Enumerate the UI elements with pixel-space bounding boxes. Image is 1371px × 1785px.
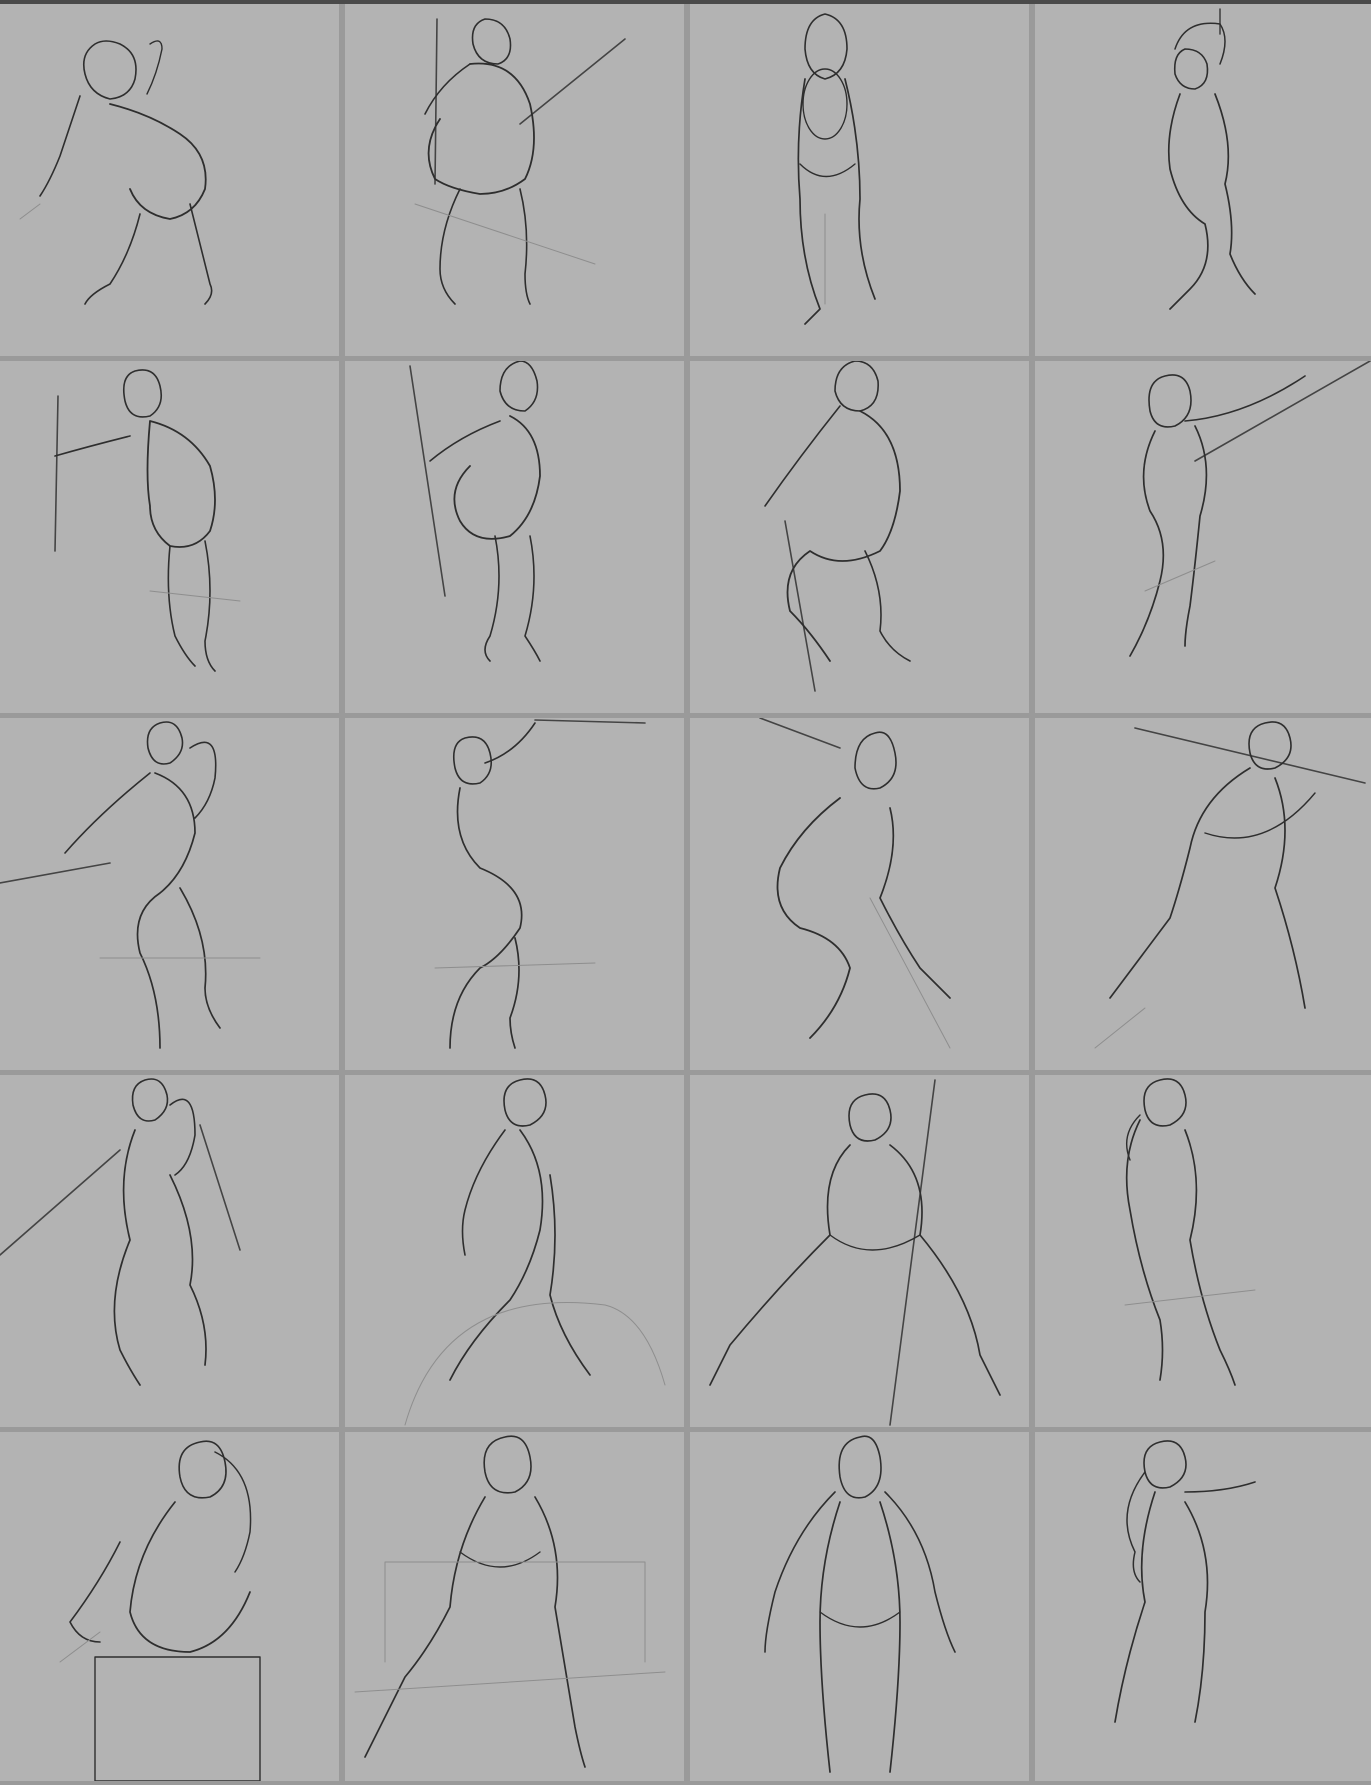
sketch-panel-19 [690,1432,1029,1781]
sketch-panel-11 [690,718,1029,1070]
sketch-panel-3 [690,4,1029,356]
sketch-panel-5 [0,361,339,713]
sketch-panel-9 [0,718,339,1070]
figure-sketch [414,18,626,305]
sketch-sheet [0,4,1371,1785]
sketch-panel-7 [690,361,1029,713]
sketch-panel-20 [1035,1432,1371,1781]
sketch-panel-1 [0,4,339,356]
figure-sketch [404,1078,666,1426]
figure-sketch [797,13,876,325]
figure-sketch [1167,8,1256,310]
sketch-panel-17 [0,1432,339,1781]
figure-sketch [0,721,261,1049]
figure-sketch [59,1440,261,1781]
figure-sketch [54,369,241,672]
figure-sketch [409,361,541,662]
figure-sketch [709,1079,1001,1426]
figure-sketch [1129,361,1371,657]
figure-sketch [0,1078,241,1386]
sketch-panel-13 [0,1075,339,1427]
sketch-panel-8 [1035,361,1371,713]
figure-sketch [354,1435,666,1768]
figure-sketch [1124,1078,1256,1386]
figure-sketch [19,40,213,305]
sketch-panel-4 [1035,4,1371,356]
sketch-panel-12 [1035,718,1371,1070]
figure-sketch [764,1435,956,1773]
sketch-panel-6 [345,361,684,713]
figure-sketch [759,718,951,1049]
figure-sketch [1114,1440,1256,1723]
sketch-panel-18 [345,1432,684,1781]
sketch-panel-15 [690,1075,1029,1427]
figure-sketch [434,719,646,1049]
figure-sketch [1094,721,1366,1049]
figure-sketch [764,361,911,692]
sketch-panel-10 [345,718,684,1070]
sketch-panel-2 [345,4,684,356]
sketch-panel-16 [1035,1075,1371,1427]
sketch-panel-14 [345,1075,684,1427]
